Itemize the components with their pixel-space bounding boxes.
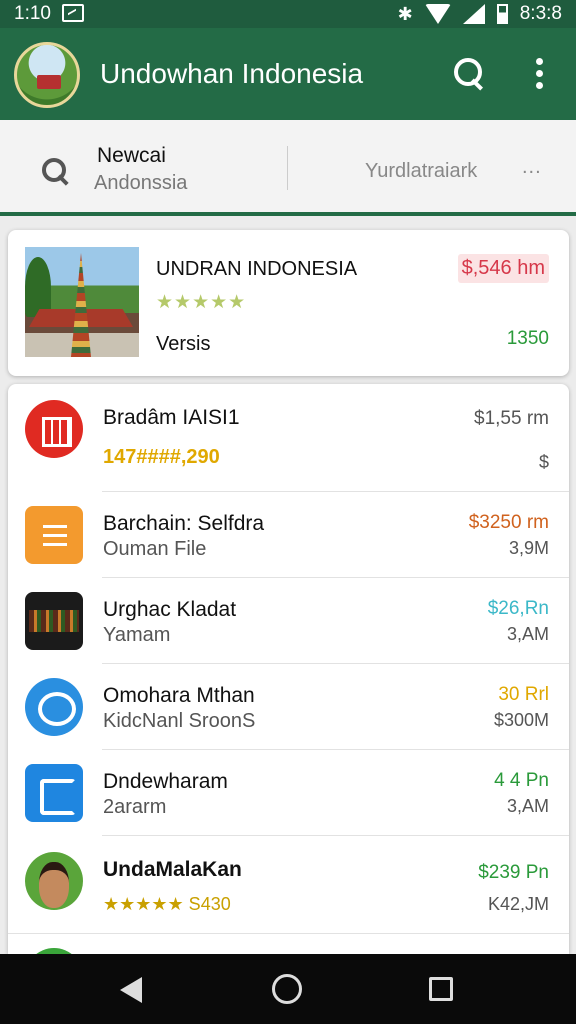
- list-item-size: 3,9M: [508, 538, 549, 558]
- image-notification-icon: [62, 4, 84, 22]
- battery-icon: [496, 4, 508, 24]
- list-item-price: $239 Pn: [478, 862, 549, 883]
- list-item-subtitle: 147####,290: [103, 446, 220, 468]
- search-location-title: Newcai: [97, 144, 166, 167]
- list-item-title: Barchain: Selfdra: [103, 512, 265, 535]
- list-item[interactable]: [8, 934, 569, 954]
- featured-title: UNDRAN INDONESIA: [156, 258, 358, 280]
- featured-subtitle: Versis: [156, 333, 211, 355]
- list-item-price: 4 4 Pn: [494, 770, 549, 791]
- navigation-bar: [0, 954, 576, 1024]
- list-item-subtitle: KidcNanl SroonS: [103, 710, 256, 732]
- featured-card[interactable]: UNDRAN INDONESIA ★★★★★ Versis $,546 hm 1…: [8, 230, 569, 376]
- app-bar: Undowhan Indonesia: [0, 28, 576, 120]
- list-item-title: Bradâm IAISI1: [103, 406, 240, 429]
- search-icon[interactable]: [454, 58, 486, 90]
- search-category[interactable]: Yurdlatraiark: [365, 160, 477, 183]
- bluetooth-icon: ✱: [397, 3, 413, 24]
- home-icon[interactable]: [272, 974, 302, 1004]
- status-bar: 1:10 ✱ 8:3:8: [0, 0, 576, 28]
- square-app-icon: [25, 764, 83, 822]
- back-icon[interactable]: [120, 977, 142, 1003]
- list-item-price: $3250 rm: [468, 512, 549, 533]
- list-item-size: K42,JM: [487, 894, 549, 914]
- list-item[interactable]: Urghac Kladat Yamam $26,Rn 3,AM: [8, 578, 569, 664]
- app-title: Undowhan Indonesia: [100, 58, 364, 89]
- game-icon: [25, 592, 83, 650]
- search-divider: [287, 146, 288, 190]
- list-item-price: 30 Rrl: [498, 684, 549, 705]
- recent-apps-icon[interactable]: [429, 977, 453, 1001]
- list-item-title: UndaMalaKan: [103, 858, 242, 881]
- list-item-subtitle: 2ararm: [103, 796, 167, 818]
- list-item[interactable]: Bradâm IAISI1 147####,290 $1,55 rm $: [8, 384, 569, 492]
- document-list-icon: [25, 506, 83, 564]
- list-item[interactable]: Omohara Mthan KidcNanl SroonS 30 Rrl $30…: [8, 664, 569, 750]
- featured-rating: ★★★★★: [156, 292, 247, 313]
- magnifier-icon: [42, 158, 70, 186]
- search-bar[interactable]: Newcai Andonssia Yurdlatraiark ...: [0, 120, 576, 216]
- list-item-size: $: [538, 452, 549, 472]
- list-item-price: $26,Rn: [487, 598, 549, 619]
- list-item[interactable]: Barchain: Selfdra Ouman File $3250 rm 3,…: [8, 492, 569, 578]
- box-icon: [25, 400, 83, 458]
- list-item-subtitle: ★★★★★ S430: [103, 894, 231, 914]
- list-item[interactable]: Dndewharam 2ararm 4 4 Pn 3,AM: [8, 750, 569, 836]
- list-item-subtitle: Yamam: [103, 624, 171, 646]
- status-clock: 8:3:8: [519, 3, 562, 24]
- status-icons: ✱ 8:3:8: [398, 3, 562, 25]
- list-item-title: Dndewharam: [103, 770, 228, 793]
- app-list: Bradâm IAISI1 147####,290 $1,55 rm $ Bar…: [8, 384, 569, 954]
- search-location-subtitle: Andonssia: [94, 172, 188, 194]
- featured-image: [25, 247, 139, 357]
- featured-secondary-price: 1350: [506, 328, 549, 349]
- search-more[interactable]: ...: [522, 156, 542, 179]
- featured-price: $,546 hm: [457, 254, 549, 283]
- more-vert-icon[interactable]: [536, 58, 544, 90]
- list-item-size: 3,AM: [506, 624, 549, 644]
- list-item-title: Omohara Mthan: [103, 684, 255, 707]
- list-item[interactable]: UndaMalaKan ★★★★★ S430 $239 Pn K42,JM: [8, 836, 569, 934]
- status-time: 1:10: [14, 3, 51, 24]
- app-logo-icon[interactable]: [14, 42, 80, 108]
- list-item-size: $300M: [493, 710, 549, 730]
- list-item-title: Urghac Kladat: [103, 598, 237, 621]
- wifi-icon: [424, 4, 451, 24]
- list-item-price: $1,55 rm: [474, 408, 549, 429]
- list-item-size: 3,AM: [506, 796, 549, 816]
- user-avatar-icon: [25, 852, 83, 910]
- signal-icon: [462, 4, 485, 24]
- chat-bubble-icon: [25, 678, 83, 736]
- list-item-subtitle: Ouman File: [103, 538, 207, 560]
